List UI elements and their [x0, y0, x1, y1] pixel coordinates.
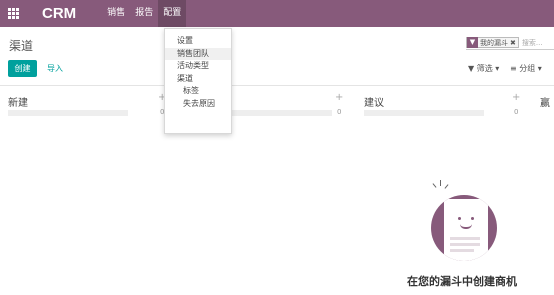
app-brand[interactable]: CRM — [42, 5, 76, 22]
filter-label: 筛选 — [476, 64, 493, 73]
column-title: 建议 — [364, 98, 384, 109]
progress-bar — [364, 110, 484, 116]
document-icon — [444, 199, 488, 261]
filter-button[interactable]: ▼ 筛选 ▾ — [468, 63, 499, 74]
search-facet-label: 我的漏斗 — [480, 38, 508, 47]
column-title: 新建 — [8, 98, 28, 109]
create-button[interactable]: 创建 — [8, 60, 37, 77]
kanban-column: 建议 + 0 — [364, 92, 534, 122]
face-eye — [458, 217, 461, 220]
sparkle-mark — [440, 180, 441, 186]
menu-item-settings[interactable]: 设置 — [165, 35, 231, 48]
face-mouth — [460, 224, 472, 229]
top-navbar: CRM 销售 报告 配置 — [0, 0, 554, 27]
filter-icon: ▼ — [467, 37, 478, 48]
search-bar: ▼ 我的漏斗 ✖ 搜索... — [466, 36, 554, 50]
search-facet: ▼ 我的漏斗 ✖ — [466, 37, 519, 48]
filter-icon: ▼ — [468, 64, 475, 73]
menu-item-activity-types[interactable]: 活动类型 — [165, 60, 231, 73]
menu-item-sales-teams[interactable]: 销售团队 — [165, 47, 231, 60]
progress-bar — [232, 110, 332, 116]
text-line — [450, 249, 474, 252]
configuration-dropdown: 设置 销售团队 活动类型 渠道 标签 失去原因 — [164, 28, 232, 134]
column-count: 0 — [337, 108, 342, 116]
group-by-button[interactable]: ≡ 分组 ▾ — [510, 63, 542, 74]
apps-menu-icon[interactable] — [8, 7, 20, 20]
kanban-column: 新建 + 0 — [8, 92, 178, 122]
sparkle-mark — [444, 184, 449, 189]
close-icon[interactable]: ✖ — [510, 39, 518, 47]
text-line — [450, 243, 480, 246]
search-input[interactable]: 搜索... — [522, 38, 543, 48]
caret-down-icon: ▾ — [537, 64, 542, 73]
crm-kanban-view: CRM 销售 报告 配置 渠道 创建 导入 ▼ 我的漏斗 ✖ 搜索... ▼ 筛… — [0, 0, 554, 295]
progress-bar — [8, 110, 128, 116]
add-icon[interactable]: + — [512, 92, 520, 103]
add-icon[interactable]: + — [335, 92, 343, 103]
menu-item-lost-reasons[interactable]: 失去原因 — [165, 98, 231, 111]
menu-reporting[interactable]: 报告 — [130, 0, 158, 27]
menu-item-tags[interactable]: 标签 — [165, 85, 231, 98]
main-menu: 销售 报告 配置 — [102, 0, 187, 27]
menu-configuration[interactable]: 配置 — [158, 0, 187, 27]
empty-state-message: 在您的漏斗中创建商机 — [407, 275, 517, 288]
breadcrumb: 渠道 — [9, 39, 34, 53]
group-by-label: 分组 — [519, 64, 536, 73]
menu-item-pipeline[interactable]: 渠道 — [165, 73, 231, 86]
menu-sales[interactable]: 销售 — [102, 0, 130, 27]
text-line — [450, 237, 480, 240]
sparkle-mark — [432, 183, 437, 188]
control-panel-divider — [0, 85, 554, 86]
caret-down-icon: ▾ — [495, 64, 500, 73]
empty-state-illustration — [431, 195, 497, 261]
import-button[interactable]: 导入 — [47, 60, 63, 77]
column-title: 赢 — [540, 98, 550, 109]
kanban-column: 赢 — [540, 92, 554, 122]
face-eye — [471, 217, 474, 220]
list-icon: ≡ — [510, 64, 517, 73]
column-count: 0 — [514, 108, 519, 116]
